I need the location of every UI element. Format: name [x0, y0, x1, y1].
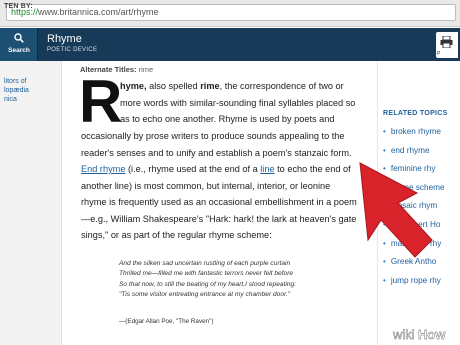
wikihow-logo: wiki How — [392, 327, 447, 342]
article-title: Rhyme — [47, 33, 82, 45]
quote-line: So that now, to still the beating of my … — [119, 281, 297, 288]
paragraph-line: End rhyme (i.e., rhyme used at the end o… — [81, 163, 351, 175]
paragraph-line: hyme, also spelled rime, the corresponde… — [120, 80, 344, 92]
address-text: https://www.britannica.com/art/rhyme — [11, 7, 159, 17]
print-icon — [440, 36, 453, 48]
related-topic-link[interactable]: • rhyme scheme — [383, 183, 445, 192]
address-bar[interactable]: https://www.britannica.com/art/rhyme — [6, 4, 456, 21]
site-header: Search Rhyme POETIC DEVICE P — [0, 28, 460, 61]
author-link[interactable]: lopædia — [4, 87, 29, 94]
text-run: rhyme is frequently used as an occasiona… — [81, 197, 357, 207]
wikihow-wiki-text: wiki — [392, 327, 415, 342]
text-run: sings," or as part of the regular rhyme … — [81, 230, 272, 240]
related-topic-label: broken rhyme — [390, 127, 441, 136]
text-run: also spelled — [146, 81, 201, 91]
related-topic-label: feminine rhy — [390, 164, 436, 174]
paragraph-line: as to echo one another. Rhyme is used by… — [120, 113, 335, 125]
related-topic-label: Sir Robert Ho — [390, 220, 441, 229]
author-link[interactable]: nica — [4, 96, 17, 103]
related-topic-label: end rhyme — [390, 145, 430, 155]
bullet-icon: • — [383, 164, 386, 174]
related-topics-heading: RELATED TOPICS — [383, 110, 448, 117]
inline-link[interactable]: End rhyme — [81, 164, 125, 174]
related-topic-link[interactable]: • feminine rhy — [383, 164, 435, 173]
search-button[interactable]: Search — [0, 28, 38, 61]
wikihow-how-text: How — [418, 327, 446, 342]
browser-toolbar: https://www.britannica.com/art/rhyme — [0, 0, 460, 27]
quote-citation: —(Edgar Allan Poe, "The Raven") — [119, 318, 214, 325]
drop-cap: R — [79, 68, 123, 135]
quote-line: "Tis some visitor entreating entrance at… — [119, 291, 291, 298]
related-topic-link[interactable]: • mosaic rhym — [383, 201, 437, 210]
text-run: occasionally by prose writers to produce… — [81, 131, 345, 141]
bullet-icon: • — [383, 238, 386, 248]
paragraph-line: rhyme is frequently used as an occasiona… — [81, 196, 357, 208]
bullet-icon: • — [383, 127, 386, 136]
paragraph-line: reader's senses and to unify and establi… — [81, 147, 352, 159]
bullet-icon: • — [383, 145, 386, 155]
url-path: www.britannica.com/art/rhyme — [38, 7, 159, 17]
bullet-icon: • — [383, 257, 386, 267]
print-button[interactable]: P — [436, 32, 458, 58]
inline-link[interactable]: line — [260, 164, 274, 174]
related-topic-label: rhyme scheme — [390, 182, 445, 192]
text-run: to echo the end of — [274, 164, 351, 174]
bullet-icon: • — [383, 220, 386, 229]
related-topic-link[interactable]: • Sir Robert Ho — [383, 220, 440, 229]
paragraph-line: occasionally by prose writers to produce… — [81, 130, 345, 142]
search-icon — [14, 33, 24, 43]
text-run: as to echo one another. Rhyme is used by… — [120, 114, 335, 124]
related-topic-label: masculine rhy — [390, 238, 442, 248]
alternate-titles-value: rime — [138, 65, 154, 74]
written-by-heading: TEN BY: — [4, 3, 33, 10]
text-run: —e.g., William Shakespeare's "Hark: hark… — [81, 214, 357, 224]
print-label: P — [437, 51, 441, 57]
related-topic-link[interactable]: • broken rhyme — [383, 127, 441, 136]
related-topic-link[interactable]: • Greek Antho — [383, 257, 436, 266]
text-run: , the correspondence of two or — [219, 81, 344, 91]
quote-line: Thrilled me—filled me with fantastic ter… — [119, 270, 294, 277]
bullet-icon: • — [383, 275, 386, 285]
related-topic-link[interactable]: • end rhyme — [383, 146, 430, 155]
related-topic-label: mosaic rhym — [390, 201, 438, 211]
article-subtitle: POETIC DEVICE — [47, 47, 98, 53]
text-run: more words with similar-sounding final s… — [120, 98, 356, 108]
text-run: (i.e., rhyme used at the end of a — [125, 164, 261, 174]
paragraph-line: more words with similar-sounding final s… — [120, 97, 355, 109]
quote-line: And the silken sad uncertain rustling of… — [119, 260, 291, 267]
paragraph-line: —e.g., William Shakespeare's "Hark: hark… — [81, 213, 356, 225]
left-sidebar — [0, 61, 62, 345]
paragraph-line: sings," or as part of the regular rhyme … — [81, 229, 272, 241]
related-topic-link[interactable]: • masculine rhy — [383, 239, 441, 248]
bullet-icon: • — [383, 201, 386, 211]
author-link[interactable]: litors of — [4, 78, 27, 85]
related-topic-label: jump rope rhy — [390, 275, 441, 285]
bullet-icon: • — [383, 182, 386, 192]
text-run: another line) is most common, but intern… — [81, 181, 331, 191]
paragraph-line: another line) is most common, but intern… — [81, 180, 330, 192]
text-run: hyme, — [120, 81, 147, 91]
search-label: Search — [8, 47, 30, 54]
text-run: reader's senses and to unify and establi… — [81, 148, 352, 158]
text-run: rime — [200, 81, 220, 91]
related-topic-link[interactable]: • jump rope rhy — [383, 276, 441, 285]
related-topic-label: Greek Antho — [390, 257, 437, 267]
